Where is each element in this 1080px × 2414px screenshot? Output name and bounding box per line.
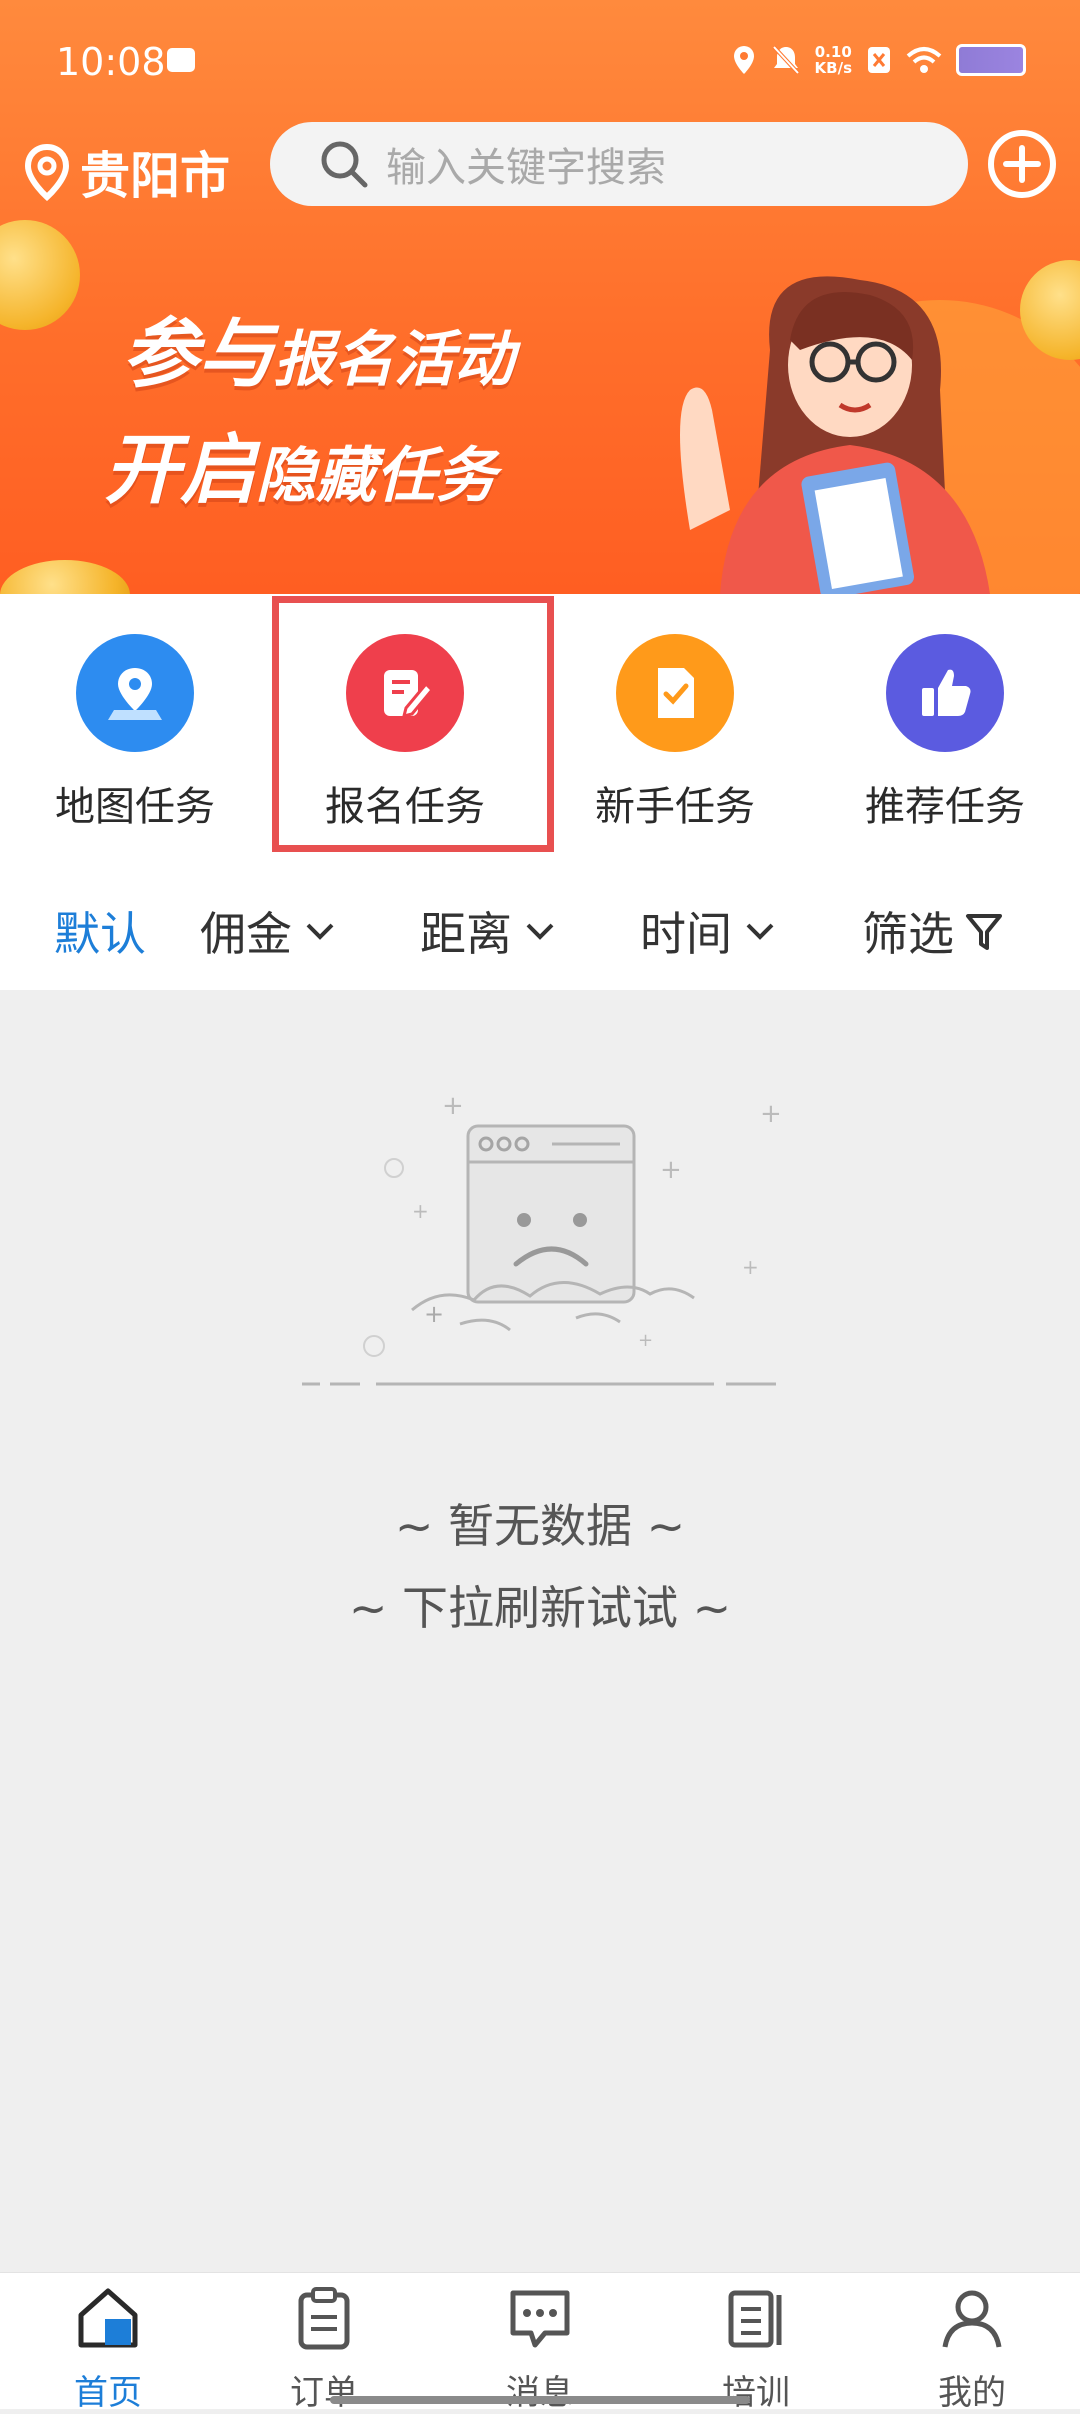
status-bar: 10:08 0.10 KB/s [0, 0, 1080, 124]
svg-text:+: + [638, 1330, 653, 1351]
banner-headline-1: 参与报名活动 [122, 309, 514, 398]
svg-text:+: + [442, 1091, 464, 1121]
banner-headline-2: 开启隐藏任务 [104, 425, 496, 514]
status-time: 10:08 [56, 40, 166, 84]
nav-training[interactable]: 培训 [648, 2283, 864, 2414]
book-icon [728, 2290, 782, 2348]
nav-label: 首页 [74, 2373, 142, 2413]
category-map-task[interactable]: 地图任务 [0, 634, 270, 832]
city-name: 贵阳市 [80, 147, 230, 205]
nav-label: 消息 [506, 2373, 574, 2413]
coin-decoration [0, 560, 130, 594]
filter-bar: 默认 佣金 距离 时间 筛选 [0, 864, 1080, 990]
empty-data-illustration: + + + + + + + [302, 1091, 782, 1386]
category-recommended-task[interactable]: 推荐任务 [810, 634, 1080, 832]
clipboard-icon [298, 2287, 350, 2350]
location-status-icon [733, 46, 754, 74]
sim-blocked-icon [868, 47, 890, 73]
category-newbie-task[interactable]: 新手任务 [540, 634, 810, 832]
funnel-icon [966, 914, 1002, 950]
home-indicator[interactable] [330, 2396, 750, 2404]
empty-message: ~ 暂无数据 ~ [394, 1499, 686, 1553]
home-icon [78, 2288, 138, 2348]
empty-state: + + + + + + + ~ 暂无数据 ~ ~ 下拉刷新试试 ~ [0, 990, 1080, 2270]
thumbs-up-icon [886, 634, 1004, 752]
nav-messages[interactable]: 消息 [432, 2283, 648, 2414]
chevron-down-icon [526, 923, 554, 940]
nav-label: 培训 [722, 2373, 790, 2413]
svg-text:+: + [742, 1255, 759, 1279]
nav-label: 订单 [290, 2373, 358, 2413]
coin-decoration [0, 220, 80, 330]
search-icon [321, 141, 368, 188]
bottom-nav: 首页 订单 消息 培训 我的 [0, 2272, 1080, 2413]
chevron-down-icon [306, 923, 334, 940]
chevron-down-icon [746, 923, 774, 940]
filter-time[interactable]: 时间 [640, 898, 778, 964]
pull-refresh-hint: ~ 下拉刷新试试 ~ [348, 1581, 732, 1635]
user-icon [942, 2290, 1002, 2348]
category-label: 地图任务 [55, 784, 215, 830]
svg-text:+: + [660, 1155, 682, 1185]
mute-bell-icon [772, 45, 800, 75]
category-label: 新手任务 [595, 784, 755, 830]
nav-label: 我的 [938, 2373, 1006, 2413]
message-icon [510, 2290, 570, 2348]
city-selector[interactable]: 贵阳市 [24, 136, 230, 208]
highlight-box [272, 596, 554, 852]
filter-commission[interactable]: 佣金 [200, 898, 338, 964]
svg-text:+: + [760, 1099, 782, 1129]
svg-text:+: + [412, 1199, 429, 1223]
nav-profile[interactable]: 我的 [864, 2283, 1080, 2414]
status-icons: 0.10 KB/s [731, 44, 1026, 76]
banner-illustration [680, 276, 990, 594]
check-document-icon [616, 634, 734, 752]
category-label: 推荐任务 [865, 784, 1025, 830]
filter-distance[interactable]: 距离 [420, 898, 558, 964]
notification-icon [167, 48, 195, 72]
filter-screen[interactable]: 筛选 [862, 898, 1004, 964]
nav-home[interactable]: 首页 [0, 2283, 216, 2414]
nav-orders[interactable]: 订单 [216, 2283, 432, 2414]
wifi-icon [906, 47, 942, 73]
search-placeholder: 输入关键字搜索 [386, 145, 666, 191]
battery-icon [956, 44, 1026, 76]
search-input[interactable]: 输入关键字搜索 [270, 122, 968, 206]
filter-default[interactable]: 默认 [54, 898, 146, 964]
svg-text:+: + [424, 1300, 444, 1328]
map-pin-icon [76, 634, 194, 752]
add-icon[interactable] [986, 128, 1058, 200]
network-speed: 0.10 KB/s [814, 43, 852, 77]
location-pin-icon [24, 143, 70, 201]
